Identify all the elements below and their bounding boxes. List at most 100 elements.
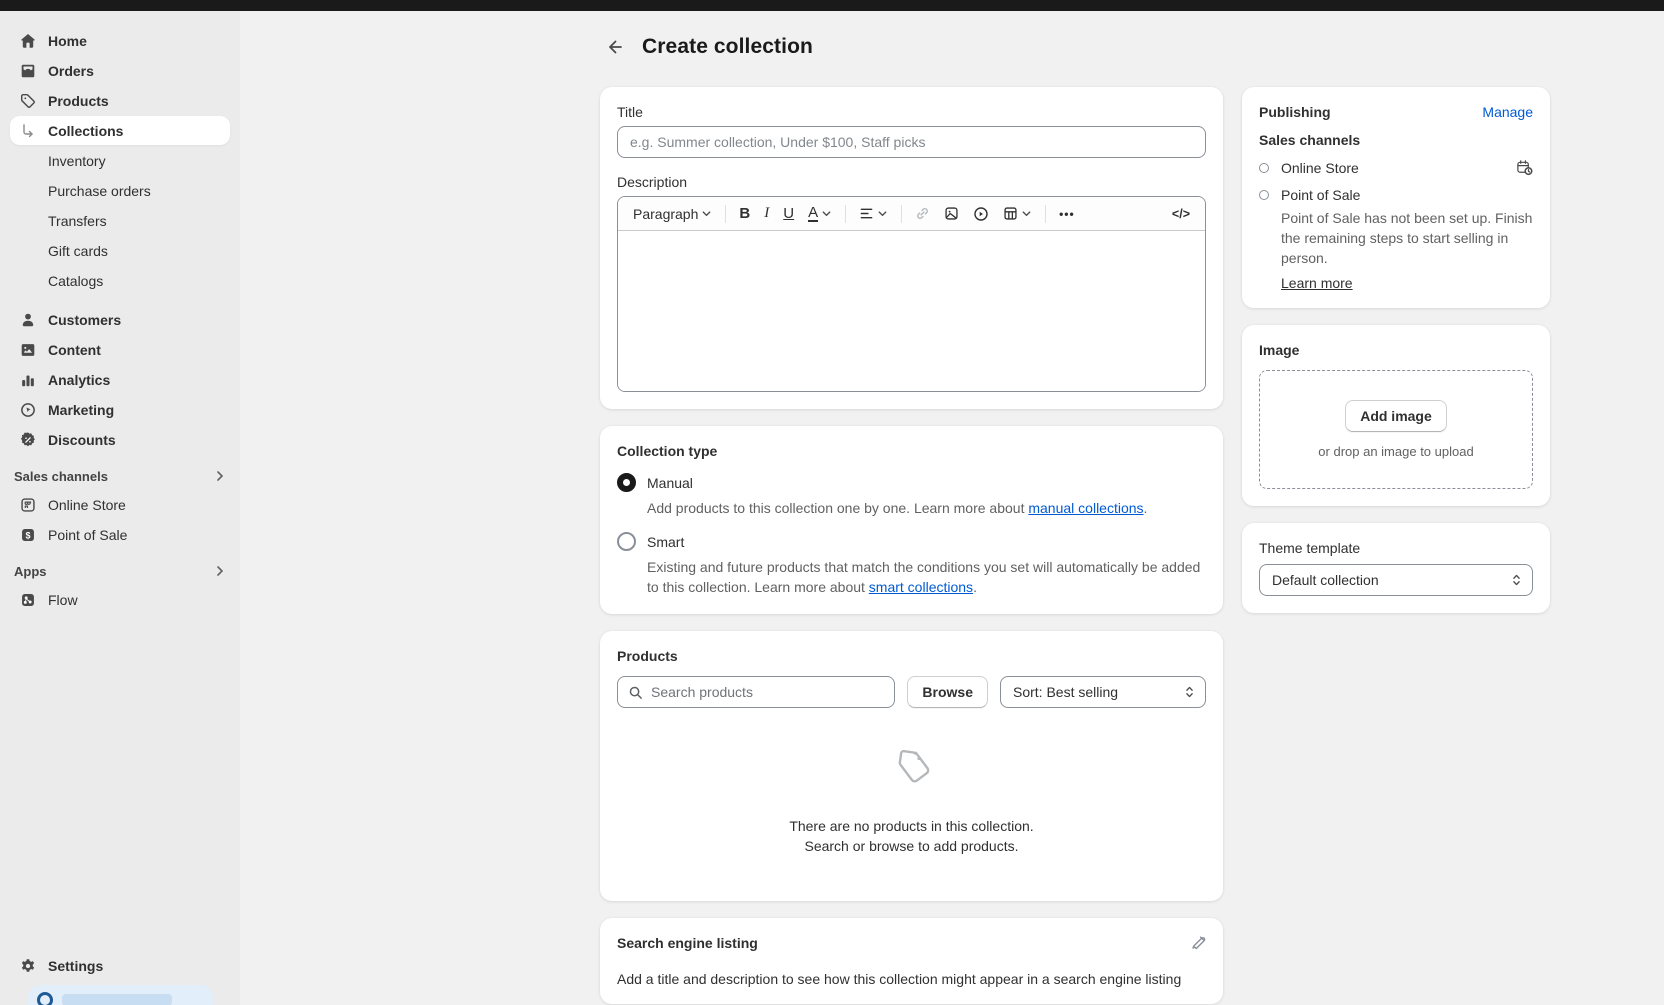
search-products-input[interactable] — [651, 684, 884, 700]
chevron-right-icon — [214, 565, 226, 577]
smart-label: Smart — [647, 534, 684, 550]
theme-template-card: Theme template Default collection — [1242, 523, 1550, 613]
discounts-icon — [18, 430, 38, 450]
title-input[interactable] — [617, 126, 1206, 158]
manual-radio-option[interactable]: Manual — [617, 473, 1206, 492]
italic-button[interactable]: I — [759, 201, 774, 226]
manage-link[interactable]: Manage — [1482, 104, 1533, 120]
add-image-button[interactable]: Add image — [1345, 400, 1447, 432]
products-card: Products Browse Sort: Best selling — [600, 631, 1223, 901]
browse-button[interactable]: Browse — [907, 676, 988, 708]
content-icon — [18, 340, 38, 360]
empty-state-line2: Search or browse to add products. — [617, 836, 1206, 856]
theme-template-select[interactable]: Default collection — [1259, 564, 1533, 596]
sales-channels-subheading: Sales channels — [1259, 132, 1533, 148]
image-card: Image Add image or drop an image to uplo… — [1242, 325, 1550, 506]
smart-description: Existing and future products that match … — [647, 557, 1206, 597]
show-html-button[interactable]: </> — [1167, 203, 1195, 225]
analytics-icon — [18, 370, 38, 390]
description-label: Description — [617, 174, 1206, 190]
image-heading: Image — [1259, 342, 1533, 358]
sidebar-item-customers[interactable]: Customers — [10, 305, 230, 334]
orders-icon — [18, 61, 38, 81]
sales-channels-header[interactable]: Sales channels — [14, 464, 226, 488]
publishing-card: Publishing Manage Sales channels Online … — [1242, 87, 1550, 308]
pos-setup-note: Point of Sale has not been set up. Finis… — [1281, 208, 1533, 268]
bold-button[interactable]: B — [734, 201, 755, 226]
insert-link-button[interactable] — [910, 202, 935, 225]
image-icon — [944, 206, 959, 221]
description-input[interactable] — [618, 231, 1205, 391]
search-icon — [628, 685, 643, 700]
sidebar-item-gift-cards[interactable]: Gift cards — [10, 236, 230, 265]
empty-state-line1: There are no products in this collection… — [617, 816, 1206, 836]
image-dropzone[interactable]: Add image or drop an image to upload — [1259, 370, 1533, 489]
sidebar-item-catalogs[interactable]: Catalogs — [10, 266, 230, 295]
sidebar-item-label: Point of Sale — [48, 527, 127, 543]
channel-row-point-of-sale: Point of Sale — [1259, 187, 1533, 203]
smart-collections-link[interactable]: smart collections — [869, 579, 973, 595]
sidebar-item-content[interactable]: Content — [10, 335, 230, 364]
sidebar: Home Orders Products Collections Invento… — [0, 11, 240, 1005]
sidebar-item-label: Settings — [48, 958, 103, 974]
sidebar-item-products[interactable]: Products — [10, 86, 230, 115]
insert-video-button[interactable] — [968, 202, 994, 226]
insert-image-button[interactable] — [939, 202, 964, 225]
sidebar-item-point-of-sale[interactable]: $ Point of Sale — [10, 520, 230, 549]
sidebar-item-label: Online Store — [48, 497, 126, 513]
sidebar-item-label: Gift cards — [48, 243, 108, 259]
sidebar-item-inventory[interactable]: Inventory — [10, 146, 230, 175]
svg-text:$: $ — [25, 530, 30, 540]
sidebar-item-discounts[interactable]: Discounts — [10, 425, 230, 454]
paragraph-style-dropdown[interactable]: Paragraph — [628, 202, 717, 226]
theme-template-label: Theme template — [1259, 540, 1533, 556]
manual-description: Add products to this collection one by o… — [647, 498, 1206, 518]
chevron-down-icon — [877, 208, 888, 219]
edit-pencil-icon[interactable] — [1190, 935, 1206, 951]
back-button[interactable] — [600, 33, 628, 61]
sidebar-item-label: Analytics — [48, 372, 110, 388]
sidebar-item-flow[interactable]: Flow — [10, 585, 230, 614]
updown-chevrons-icon — [1511, 573, 1522, 587]
learn-more-link[interactable]: Learn more — [1281, 275, 1353, 291]
seo-description: Add a title and description to see how t… — [617, 971, 1206, 987]
sidebar-item-settings[interactable]: Settings — [10, 951, 230, 980]
sidebar-item-home[interactable]: Home — [10, 26, 230, 55]
title-label: Title — [617, 104, 1206, 120]
sidebar-item-label: Customers — [48, 312, 121, 328]
table-icon — [1003, 206, 1018, 221]
customers-icon — [18, 310, 38, 330]
smart-radio-option[interactable]: Smart — [617, 532, 1206, 551]
underline-button[interactable]: U — [778, 201, 799, 226]
sidebar-item-orders[interactable]: Orders — [10, 56, 230, 85]
promo-banner-cutoff[interactable] — [28, 985, 213, 1005]
apps-header[interactable]: Apps — [14, 559, 226, 583]
manual-collections-link[interactable]: manual collections — [1028, 500, 1143, 516]
sidebar-item-label: Home — [48, 33, 87, 49]
more-formatting-button[interactable]: ••• — [1054, 203, 1080, 225]
chevron-right-icon — [214, 470, 226, 482]
sidebar-item-analytics[interactable]: Analytics — [10, 365, 230, 394]
sidebar-item-label: Marketing — [48, 402, 114, 418]
sidebar-item-marketing[interactable]: Marketing — [10, 395, 230, 424]
sidebar-item-online-store[interactable]: Online Store — [10, 490, 230, 519]
insert-table-button[interactable] — [998, 202, 1037, 225]
radio-selected-icon — [617, 473, 636, 492]
sidebar-item-label: Collections — [48, 123, 123, 139]
channel-row-online-store: Online Store — [1259, 159, 1533, 176]
sidebar-item-purchase-orders[interactable]: Purchase orders — [10, 176, 230, 205]
sidebar-item-label: Orders — [48, 63, 94, 79]
sidebar-item-label: Discounts — [48, 432, 116, 448]
schedule-publish-icon[interactable] — [1516, 159, 1533, 176]
sidebar-item-collections[interactable]: Collections — [10, 116, 230, 145]
home-icon — [18, 31, 38, 51]
text-color-button[interactable]: A — [803, 201, 837, 226]
channel-bullet-icon — [1259, 190, 1269, 200]
alignment-button[interactable] — [854, 202, 893, 225]
sort-select[interactable]: Sort: Best selling — [1000, 676, 1206, 708]
sidebar-item-label: Catalogs — [48, 273, 103, 289]
sidebar-item-transfers[interactable]: Transfers — [10, 206, 230, 235]
align-left-icon — [859, 206, 874, 221]
video-icon — [973, 206, 989, 222]
updown-chevrons-icon — [1184, 685, 1195, 699]
